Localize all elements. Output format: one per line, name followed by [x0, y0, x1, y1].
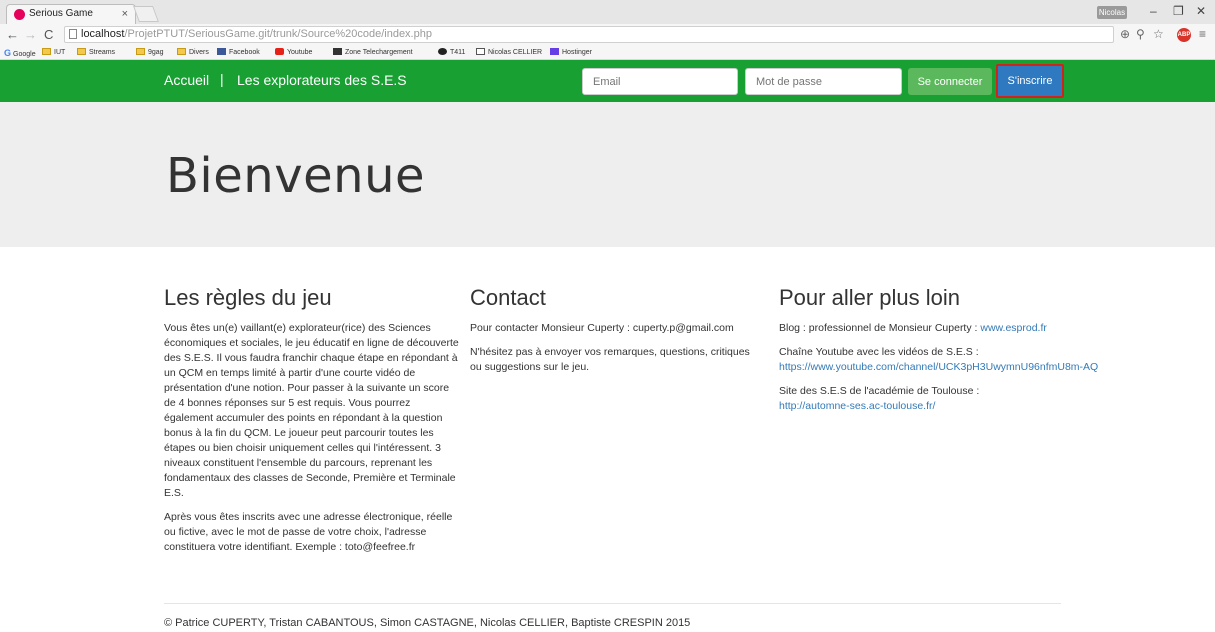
- adblock-icon[interactable]: ABP: [1177, 28, 1191, 42]
- password-input[interactable]: [745, 68, 902, 95]
- blog-link[interactable]: www.esprod.fr: [980, 322, 1047, 334]
- reload-icon[interactable]: C: [44, 27, 53, 42]
- zoom-icon[interactable]: ⊕: [1120, 27, 1130, 41]
- hostinger-icon: [550, 48, 559, 55]
- site-text: Site des S.E.S de l'académie de Toulouse…: [779, 385, 980, 397]
- google-icon: G: [4, 48, 12, 58]
- page-title: Bienvenue: [166, 148, 426, 204]
- rules-paragraph: Vous êtes un(e) vaillant(e) explorateur(…: [164, 322, 459, 499]
- site-navbar: Accueil | Les explorateurs des S.E.S Se …: [0, 60, 1215, 102]
- bookmark-youtube[interactable]: Youtube: [275, 48, 312, 58]
- extension-icon[interactable]: ⚲: [1136, 27, 1145, 41]
- nav-separator: |: [220, 71, 224, 87]
- bookmark-zone-telechargement[interactable]: Zone Telechargement: [333, 48, 413, 58]
- address-toolbar: ← → C localhost/ProjetPTUT/SeriousGame.g…: [0, 24, 1215, 46]
- nav-home-link[interactable]: Accueil: [164, 72, 209, 88]
- site-favicon-icon: [14, 9, 25, 20]
- bookmark-nicolas-cellier[interactable]: Nicolas CELLIER: [476, 48, 542, 58]
- login-button[interactable]: Se connecter: [908, 68, 992, 95]
- forward-icon[interactable]: →: [24, 27, 37, 42]
- email-input[interactable]: [582, 68, 738, 95]
- restore-icon[interactable]: ❐: [1173, 4, 1184, 18]
- menu-icon[interactable]: ≡: [1199, 27, 1206, 41]
- bookmark-hostinger[interactable]: Hostinger: [550, 48, 592, 58]
- page-icon: [69, 29, 77, 39]
- rules-signup-paragraph: Après vous êtes inscrits avec une adress…: [164, 511, 453, 553]
- close-tab-icon[interactable]: ×: [122, 5, 128, 23]
- back-icon[interactable]: ←: [6, 27, 19, 42]
- facebook-icon: [217, 48, 226, 55]
- youtube-paragraph: Chaîne Youtube avec les vidéos de S.E.S …: [779, 345, 1109, 375]
- blog-paragraph: Blog : professionnel de Monsieur Cuperty…: [779, 321, 1109, 336]
- folder-icon: [77, 48, 86, 55]
- youtube-link[interactable]: https://www.youtube.com/channel/UCK3pH3U…: [779, 361, 1098, 373]
- bookmark-t411[interactable]: T411: [438, 48, 465, 58]
- bookmarks-bar: G Google IUT Streams 9gag Divers Facebook…: [0, 46, 1215, 60]
- bookmark-9gag[interactable]: 9gag: [136, 48, 164, 58]
- more-column: Pour aller plus loin Blog : professionne…: [779, 285, 1109, 423]
- address-bar[interactable]: localhost/ProjetPTUT/SeriousGame.git/tru…: [64, 26, 1114, 43]
- folder-icon: [42, 48, 51, 55]
- zt-icon: [333, 48, 342, 55]
- footer-divider: [164, 603, 1061, 604]
- url-path: /ProjetPTUT/SeriousGame.git/trunk/Source…: [124, 28, 432, 40]
- nav-brand-link[interactable]: Les explorateurs des S.E.S: [237, 72, 407, 88]
- bookmark-star-icon[interactable]: ☆: [1153, 27, 1164, 41]
- minimize-icon[interactable]: –: [1150, 4, 1157, 18]
- t411-icon: [438, 48, 447, 55]
- signup-button[interactable]: S'inscrire: [996, 64, 1064, 98]
- footer-copyright: © Patrice CUPERTY, Tristan CABANTOUS, Si…: [164, 617, 691, 629]
- blog-text: Blog : professionnel de Monsieur Cuperty…: [779, 322, 981, 334]
- profile-badge[interactable]: Nicolas: [1097, 6, 1127, 19]
- tab-title: Serious Game: [29, 8, 93, 19]
- browser-tab-strip: Serious Game × Nicolas – ❐ ✕: [0, 0, 1215, 24]
- url-host: localhost: [81, 28, 125, 40]
- bookmark-iut[interactable]: IUT: [42, 48, 65, 58]
- rules-column: Les règles du jeu Vous êtes un(e) vailla…: [164, 285, 460, 564]
- youtube-icon: [275, 48, 284, 55]
- new-tab-button[interactable]: [133, 6, 159, 22]
- close-window-icon[interactable]: ✕: [1196, 4, 1206, 18]
- folder-icon: [177, 48, 186, 55]
- bookmark-google[interactable]: G Google: [4, 48, 36, 60]
- contact-email-text: Pour contacter Monsieur Cuperty : cupert…: [470, 322, 734, 334]
- bookmark-divers[interactable]: Divers: [177, 48, 209, 58]
- more-heading: Pour aller plus loin: [779, 285, 960, 310]
- rules-heading: Les règles du jeu: [164, 285, 332, 310]
- monitor-icon: [476, 48, 485, 55]
- bookmark-streams[interactable]: Streams: [77, 48, 115, 58]
- welcome-jumbotron: Bienvenue: [0, 102, 1215, 247]
- youtube-text: Chaîne Youtube avec les vidéos de S.E.S …: [779, 346, 979, 358]
- browser-tab[interactable]: Serious Game ×: [6, 4, 136, 24]
- folder-icon: [136, 48, 145, 55]
- contact-feedback-text: N'hésitez pas à envoyer vos remarques, q…: [470, 346, 750, 373]
- contact-column: Contact Pour contacter Monsieur Cuperty …: [470, 285, 760, 384]
- academy-site-link[interactable]: http://automne-ses.ac-toulouse.fr/: [779, 400, 935, 412]
- bookmark-facebook[interactable]: Facebook: [217, 48, 260, 58]
- site-paragraph: Site des S.E.S de l'académie de Toulouse…: [779, 384, 1109, 414]
- contact-heading: Contact: [470, 285, 546, 310]
